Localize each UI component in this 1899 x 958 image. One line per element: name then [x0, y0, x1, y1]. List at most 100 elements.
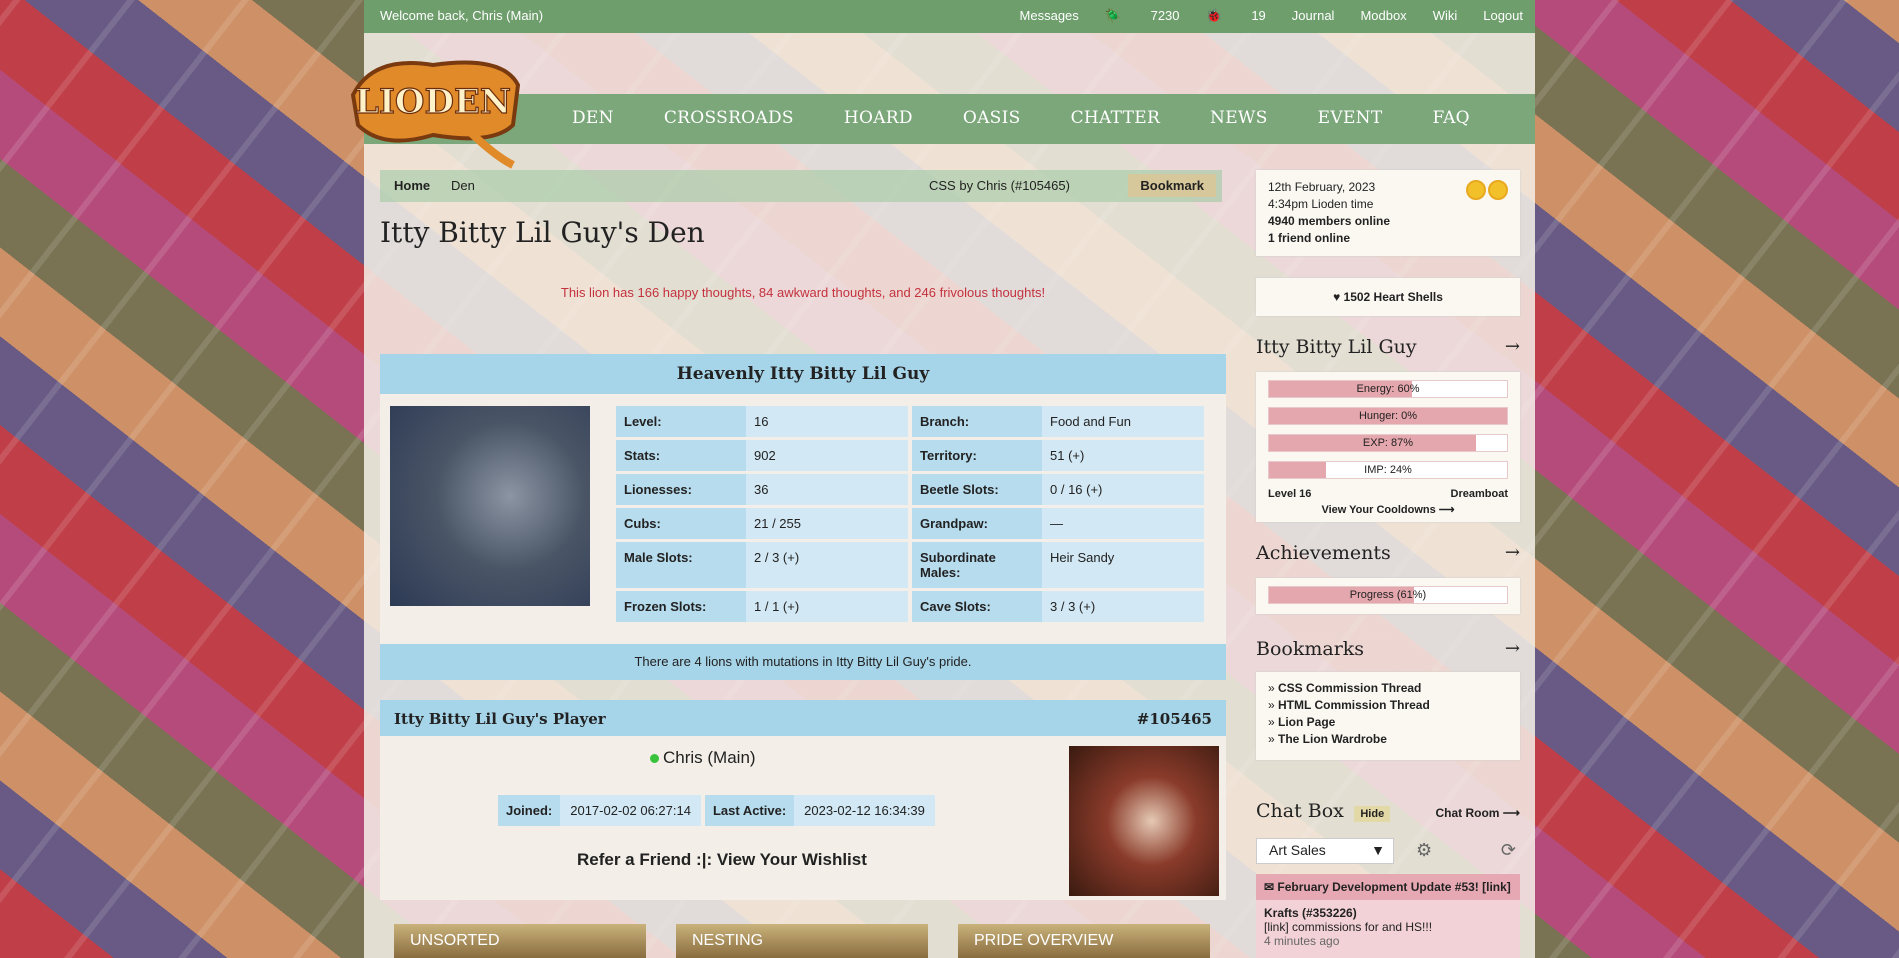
stat-value[interactable]: 51 (+) — [1042, 440, 1092, 471]
chat-room-select[interactable]: Art Sales ▼ — [1256, 838, 1394, 864]
cooldowns-link[interactable]: View Your Cooldowns ⟶ — [1268, 503, 1508, 516]
energy-bar: Energy: 60% — [1268, 380, 1508, 398]
top-links: Messages 🪲 7230 🐞 19 Journal Modbox Wiki… — [994, 8, 1523, 24]
modbox-link[interactable]: Modbox — [1360, 8, 1406, 24]
pride-tabs: UNSORTED NESTING PRIDE OVERVIEW — [394, 924, 1240, 958]
stat-label: Cubs: — [616, 508, 746, 539]
lion-panel: Heavenly Itty Bitty Lil Guy Level: 16 Bra… — [380, 354, 1226, 680]
friends-online[interactable]: 1 friend online — [1268, 230, 1508, 247]
progress-bar: Progress (61%) — [1268, 586, 1508, 604]
bookmark-item[interactable]: » CSS Commission Thread — [1268, 680, 1508, 697]
dream-text: Dreamboat — [1450, 488, 1508, 500]
lion-portrait[interactable] — [390, 406, 590, 606]
logout-link[interactable]: Logout — [1483, 8, 1523, 24]
stat-value: — — [1050, 516, 1063, 531]
refresh-icon[interactable]: ⟳ — [1501, 840, 1516, 861]
welcome-text: Welcome back, Chris (Main) — [380, 8, 544, 23]
level-text: Level 16 — [1268, 488, 1312, 500]
wiki-link[interactable]: Wiki — [1433, 8, 1458, 24]
player-id[interactable]: #105465 — [1137, 710, 1212, 728]
stat-label: Territory: — [912, 440, 1042, 471]
chat-title: Chat Box — [1256, 800, 1344, 822]
breadcrumb: Home Den CSS by Chris (#105465) Bookmark — [380, 170, 1222, 202]
breadcrumb-den[interactable]: Den — [451, 178, 475, 193]
chat-room-link[interactable]: Chat Room ⟶ — [1435, 806, 1520, 820]
beetle-count[interactable]: 🐞 19 — [1206, 8, 1266, 24]
hunger-bar: Hunger: 0% — [1268, 407, 1508, 425]
stat-label: Grandpaw: — [912, 508, 1042, 539]
arrow-right-icon[interactable]: → — [1505, 638, 1520, 659]
chat-user[interactable]: Krafts (#353226) — [1264, 906, 1512, 920]
stat-value[interactable]: 2 / 3 (+) — [746, 542, 807, 588]
bookmark-item[interactable]: » Lion Page — [1268, 714, 1508, 731]
stat-value: 36 — [754, 482, 769, 497]
lion-title: Heavenly Itty Bitty Lil Guy — [380, 354, 1226, 394]
nav-news[interactable]: NEWS — [1210, 108, 1268, 128]
achievements-title: Achievements → — [1256, 542, 1520, 564]
stat-label: Branch: — [912, 406, 1042, 437]
stat-value[interactable]: 3 / 3 (+) — [1042, 591, 1103, 622]
breadcrumb-home[interactable]: Home — [394, 178, 430, 193]
hide-chat-button[interactable]: Hide — [1354, 806, 1391, 822]
nav-oasis[interactable]: OASIS — [963, 108, 1021, 128]
active-value: 2023-02-12 16:34:39 — [794, 795, 935, 826]
nav-event[interactable]: EVENT — [1318, 108, 1383, 128]
online-dot — [650, 754, 659, 763]
active-label: Last Active: — [704, 795, 795, 826]
messages-link[interactable]: Messages — [1020, 8, 1079, 24]
nav-chatter[interactable]: CHATTER — [1071, 108, 1160, 128]
achievements-box: Progress (61%) — [1256, 578, 1520, 614]
stat-label: Male Slots: — [616, 542, 746, 588]
stat-label: Lionesses: — [616, 474, 746, 505]
chat-controls: Art Sales ▼ ⚙ ⟳ — [1256, 836, 1520, 868]
lioden-logo[interactable]: LIODEN — [343, 55, 525, 175]
joined-value: 2017-02-02 06:27:14 — [560, 795, 701, 826]
gems-count[interactable]: 🪲 7230 — [1105, 8, 1180, 24]
stat-label: Frozen Slots: — [616, 591, 746, 622]
thoughts-text: This lion has 166 happy thoughts, 84 awk… — [560, 285, 1046, 300]
stat-value: 16 — [754, 414, 769, 429]
player-header: Itty Bitty Lil Guy's Player #105465 — [380, 700, 1226, 736]
bookmarks-title: Bookmarks → — [1256, 638, 1520, 660]
joined-label: Joined: — [498, 795, 561, 826]
stat-value[interactable]: 1 / 1 (+) — [746, 591, 807, 622]
chevron-down-icon: ▼ — [1371, 842, 1385, 858]
heart-shells[interactable]: ♥ 1502 Heart Shells — [1256, 278, 1520, 316]
stat-label: Level: — [616, 406, 746, 437]
arrow-right-icon[interactable]: → — [1505, 336, 1520, 357]
journal-link[interactable]: Journal — [1292, 8, 1335, 24]
lion-stats: Level: 16 Branch: Food and Fun Stats: 902 T… — [616, 406, 1208, 625]
stat-value[interactable]: Heir Sandy — [1042, 542, 1122, 588]
status-bars: Energy: 60% Hunger: 0% EXP: 87% IMP: 24%… — [1256, 372, 1520, 522]
svg-text:LIODEN: LIODEN — [355, 82, 511, 122]
weather-icon — [1464, 180, 1508, 205]
dev-update-banner[interactable]: ✉ February Development Update #53! [link… — [1256, 874, 1520, 900]
css-credit[interactable]: CSS by Chris (#105465) — [929, 178, 1070, 193]
main-nav: DEN CROSSROADS HOARD OASIS CHATTER NEWS … — [364, 94, 1535, 144]
nav-crossroads[interactable]: CROSSROADS — [664, 108, 794, 128]
nav-faq[interactable]: FAQ — [1432, 108, 1469, 128]
stat-label: Subordinate Males: — [912, 542, 1042, 588]
bookmark-button[interactable]: Bookmark — [1128, 174, 1216, 197]
player-title: Itty Bitty Lil Guy's Player — [394, 710, 606, 728]
mutations-note: There are 4 lions with mutations in Itty… — [380, 644, 1226, 680]
gear-icon[interactable]: ⚙ — [1416, 840, 1432, 861]
tab-unsorted[interactable]: UNSORTED — [394, 924, 646, 958]
chat-time: 4 minutes ago — [1264, 934, 1340, 948]
stat-label: Beetle Slots: — [912, 474, 1042, 505]
player-name[interactable]: Chris (Main) — [650, 748, 756, 768]
nav-den[interactable]: DEN — [572, 108, 614, 128]
page-title: Itty Bitty Lil Guy's Den — [380, 216, 705, 249]
members-online[interactable]: 4940 members online — [1268, 213, 1508, 230]
refer-wishlist-links[interactable]: Refer a Friend :|: View Your Wishlist — [577, 850, 867, 870]
arrow-right-icon[interactable]: → — [1505, 542, 1520, 563]
player-avatar[interactable] — [1069, 746, 1219, 896]
tab-pride-overview[interactable]: PRIDE OVERVIEW — [958, 924, 1210, 958]
stat-value[interactable]: 0 / 16 (+) — [1042, 474, 1110, 505]
stat-value: Food and Fun — [1050, 414, 1131, 429]
bookmark-item[interactable]: » HTML Commission Thread — [1268, 697, 1508, 714]
tab-nesting[interactable]: NESTING — [676, 924, 928, 958]
nav-hoard[interactable]: HOARD — [844, 108, 913, 128]
bookmark-item[interactable]: » The Lion Wardrobe — [1268, 731, 1508, 748]
lion-sidebar-title: Itty Bitty Lil Guy → — [1256, 336, 1520, 358]
